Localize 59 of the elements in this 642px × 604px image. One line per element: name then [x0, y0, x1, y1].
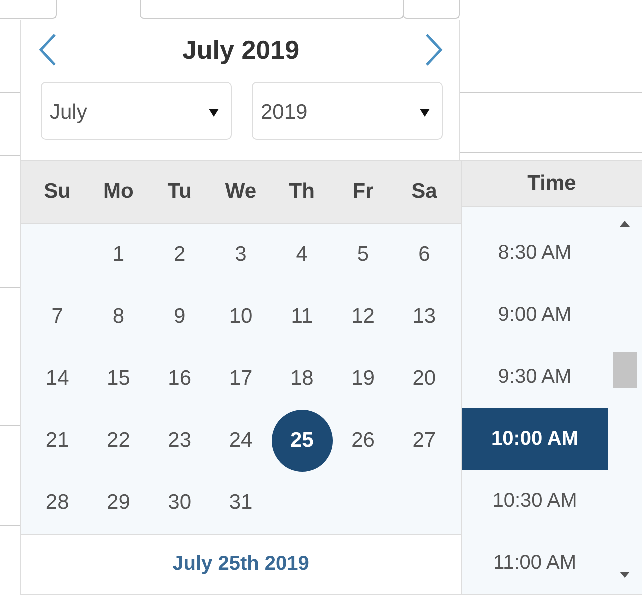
day-cell[interactable]: 2: [149, 224, 210, 286]
day-cell[interactable]: 26: [332, 410, 394, 472]
month-dropdown[interactable]: July: [41, 82, 232, 140]
day-cell[interactable]: 21: [27, 410, 88, 472]
chevron-left-icon: [37, 33, 59, 67]
weekday-label: Th: [288, 180, 316, 204]
previous-month-button[interactable]: [37, 33, 59, 67]
day-cell[interactable]: 30: [149, 472, 210, 534]
weekday-label: Sa: [410, 180, 438, 204]
scrollbar-thumb[interactable]: [613, 352, 637, 388]
dropdown-arrow-icon: [209, 109, 219, 117]
day-cell[interactable]: 29: [88, 472, 150, 534]
day-cell[interactable]: 25: [272, 410, 333, 472]
year-dropdown[interactable]: 2019: [252, 82, 443, 140]
scroll-up-icon: [620, 221, 630, 227]
day-cell[interactable]: 9: [149, 286, 210, 348]
day-cell[interactable]: 20: [394, 348, 455, 410]
day-cell[interactable]: 12: [332, 286, 394, 348]
weekday-label: Fr: [352, 180, 375, 204]
time-option[interactable]: 9:00 AM: [462, 284, 608, 346]
day-cell[interactable]: 18: [272, 348, 333, 410]
next-month-button[interactable]: [423, 33, 445, 67]
day-cell[interactable]: 13: [394, 286, 455, 348]
time-option[interactable]: 10:00 AM: [462, 408, 608, 470]
day-cell[interactable]: 3: [210, 224, 272, 286]
time-option[interactable]: 10:30 AM: [462, 470, 608, 532]
day-cell[interactable]: 23: [149, 410, 210, 472]
field-edge: [0, 0, 57, 19]
day-cell[interactable]: 22: [88, 410, 150, 472]
scroll-down-icon: [620, 572, 630, 578]
day-cell[interactable]: 14: [27, 348, 88, 410]
time-option[interactable]: 9:30 AM: [462, 346, 608, 408]
time-header: Time: [528, 172, 576, 196]
time-option[interactable]: 11:00 AM: [462, 532, 608, 594]
weekday-label: Su: [43, 180, 72, 204]
day-cell[interactable]: 27: [394, 410, 455, 472]
day-cell[interactable]: 17: [210, 348, 272, 410]
weekday-label: Tu: [166, 180, 193, 204]
day-cell[interactable]: 16: [149, 348, 210, 410]
day-cell[interactable]: 10: [210, 286, 272, 348]
month-title: July 2019: [182, 34, 300, 66]
day-cell[interactable]: 11: [272, 286, 333, 348]
selected-date-text: July 25th 2019: [172, 553, 310, 576]
day-cell[interactable]: 5: [332, 224, 394, 286]
day-cell[interactable]: 7: [27, 286, 88, 348]
weekday-label: We: [224, 180, 258, 204]
day-cell[interactable]: 1: [88, 224, 150, 286]
day-cell[interactable]: 4: [272, 224, 333, 286]
day-cell[interactable]: 31: [210, 472, 272, 534]
day-cell[interactable]: 28: [27, 472, 88, 534]
day-cell[interactable]: 15: [88, 348, 150, 410]
day-cell[interactable]: 19: [332, 348, 394, 410]
day-cell[interactable]: 6: [394, 224, 455, 286]
dropdown-arrow-icon: [420, 109, 430, 117]
time-option[interactable]: 8:30 AM: [462, 222, 608, 284]
day-cell[interactable]: 8: [88, 286, 150, 348]
weekday-label: Mo: [102, 180, 135, 204]
day-cell[interactable]: 24: [210, 410, 272, 472]
chevron-right-icon: [423, 33, 445, 67]
